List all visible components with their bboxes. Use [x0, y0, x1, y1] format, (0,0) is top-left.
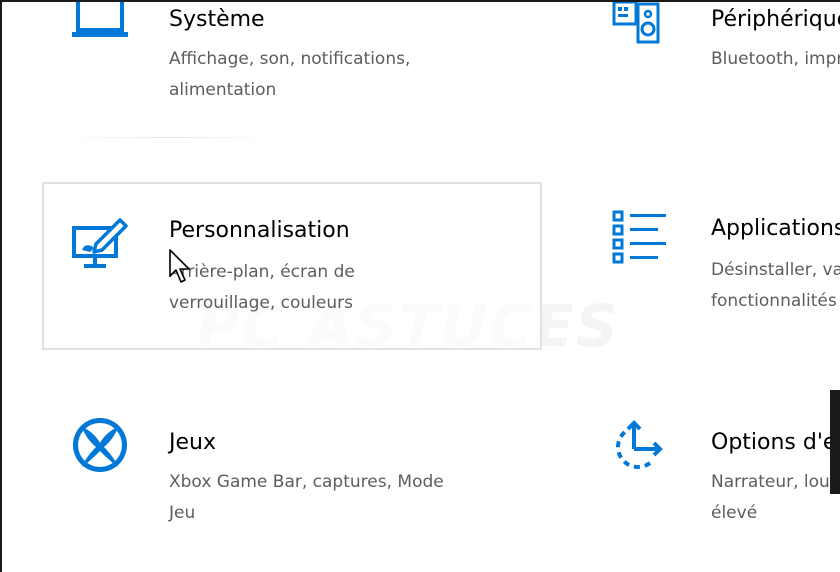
tile-description: Désinstaller, valeurs par défaut, foncti… — [711, 255, 840, 317]
desc-line: Affichage, son, notifications, — [169, 49, 411, 69]
personalization-icon — [68, 214, 132, 278]
desc-line: verrouillage, couleurs — [169, 293, 353, 313]
tile-title: Jeux — [169, 430, 216, 455]
desc-line: fonctionnalités facultatives — [711, 291, 840, 311]
tile-applications[interactable]: Applications Désinstaller, valeurs par d… — [582, 182, 840, 350]
tile-title: Options d'ergonomie — [711, 430, 840, 455]
desc-line: élevé — [711, 503, 758, 523]
apps-list-icon — [608, 208, 672, 272]
xbox-icon — [68, 413, 132, 477]
tile-jeux[interactable]: Jeux Xbox Game Bar, captures, Mode Jeu — [42, 397, 542, 547]
tile-title: Applications — [711, 216, 840, 241]
window-edge — [830, 390, 840, 494]
devices-icon — [608, 2, 672, 56]
desc-line: Arrière-plan, écran de — [169, 262, 355, 282]
tile-peripheriques[interactable]: Périphériques Bluetooth, imprimantes, so… — [582, 2, 840, 122]
tile-description: Affichage, son, notifications, alimentat… — [169, 44, 529, 106]
tile-title: Système — [169, 7, 265, 32]
desc-line: Bluetooth, imprimantes, souris — [711, 49, 840, 69]
desc-line: alimentation — [169, 80, 277, 100]
divider — [64, 137, 274, 138]
tile-options-ergonomie[interactable]: Options d'ergonomie Narrateur, loupe, co… — [582, 397, 840, 547]
tile-description: Xbox Game Bar, captures, Mode Jeu — [169, 467, 529, 529]
mouse-cursor-icon — [168, 248, 196, 286]
tile-description: Narrateur, loupe, contraste élevé — [711, 467, 840, 529]
tile-title: Périphériques — [711, 7, 840, 32]
tile-description: Arrière-plan, écran de verrouillage, cou… — [169, 257, 529, 319]
tile-personnalisation[interactable]: Personnalisation Arrière-plan, écran de … — [42, 182, 542, 350]
desc-line: Jeu — [169, 503, 196, 523]
desc-line: Xbox Game Bar, captures, Mode — [169, 472, 444, 492]
ease-of-access-icon — [606, 417, 670, 481]
settings-window: PC ASTUCES Système Affichage, son, notif… — [0, 0, 840, 572]
tile-title: Personnalisation — [169, 218, 350, 243]
desc-line: Narrateur, loupe, contraste — [711, 472, 840, 492]
laptop-icon — [68, 2, 132, 56]
tile-description: Bluetooth, imprimantes, souris — [711, 44, 840, 75]
desc-line: Désinstaller, valeurs par défaut, — [711, 260, 840, 280]
tile-systeme[interactable]: Système Affichage, son, notifications, a… — [42, 2, 542, 122]
